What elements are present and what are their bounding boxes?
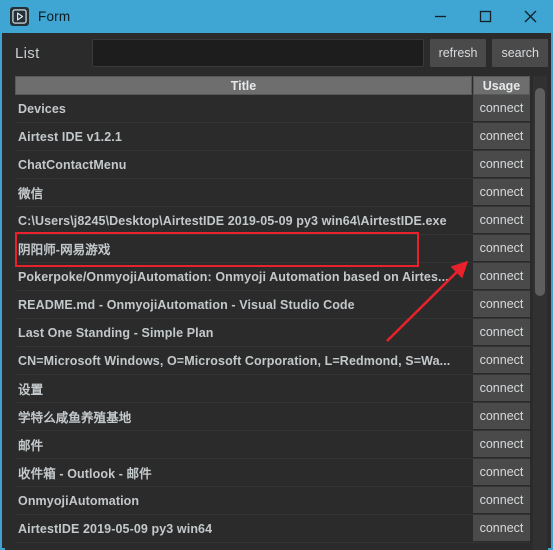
column-header-title[interactable]: Title [15, 76, 472, 95]
table-row[interactable]: 收件箱 - Outlook - 邮件 connect [15, 459, 530, 487]
row-title-cell[interactable]: 设置 [15, 375, 472, 402]
connect-button[interactable]: connect [473, 459, 530, 486]
table-row[interactable]: 学特么咸鱼养殖基地 connect [15, 403, 530, 431]
connect-button[interactable]: connect [473, 487, 530, 514]
row-title-cell[interactable]: C:\Users\j8245\Desktop\AirtestIDE 2019-0… [15, 207, 472, 234]
row-title-cell[interactable]: Devices [15, 95, 472, 122]
row-title-cell[interactable]: README.md - OnmyojiAutomation - Visual S… [15, 291, 472, 318]
connect-button[interactable]: connect [473, 375, 530, 402]
row-title-cell[interactable]: 学特么咸鱼养殖基地 [15, 403, 472, 430]
row-title-cell[interactable]: Airtest IDE v1.2.1 [15, 123, 472, 150]
connect-button[interactable]: connect [473, 123, 530, 150]
table-row[interactable]: OnmyojiAutomation connect [15, 487, 530, 515]
column-header-usage[interactable]: Usage [473, 76, 530, 95]
connect-button[interactable]: connect [473, 291, 530, 318]
row-title-cell[interactable]: CN=Microsoft Windows, O=Microsoft Corpor… [15, 347, 472, 374]
refresh-button[interactable]: refresh [429, 39, 487, 67]
table-row[interactable]: 阴阳师-网易游戏 connect [15, 235, 530, 263]
search-input[interactable] [92, 39, 424, 67]
row-title-cell[interactable]: Last One Standing - Simple Plan [15, 319, 472, 346]
connect-button[interactable]: connect [473, 403, 530, 430]
form-window: Form List refresh search Title Usage Dev… [0, 0, 553, 550]
connect-button[interactable]: connect [473, 431, 530, 458]
row-title-cell[interactable]: ChatContactMenu [15, 151, 472, 178]
row-title-cell[interactable]: 收件箱 - Outlook - 邮件 [15, 459, 472, 486]
list-label: List [15, 44, 40, 62]
table-row[interactable]: AirtestIDE 2019-05-09 py3 win64 connect [15, 515, 530, 543]
window-titlebar: Form [0, 0, 553, 33]
row-title-cell[interactable]: AirtestIDE 2019-05-09 py3 win64 [15, 515, 472, 542]
connect-button[interactable]: connect [473, 347, 530, 374]
row-title-cell[interactable]: Pokerpoke/OnmyojiAutomation: Onmyoji Aut… [15, 263, 472, 290]
table-row[interactable]: 微信 connect [15, 179, 530, 207]
table-row[interactable]: Devices connect [15, 95, 530, 123]
row-title-cell[interactable]: 阴阳师-网易游戏 [15, 235, 472, 262]
connect-button[interactable]: connect [473, 179, 530, 206]
row-title-cell[interactable]: 微信 [15, 179, 472, 206]
connect-button[interactable]: connect [473, 235, 530, 262]
table-row[interactable]: README.md - OnmyojiAutomation - Visual S… [15, 291, 530, 319]
table-row[interactable]: Airtest IDE v1.2.1 connect [15, 123, 530, 151]
row-title-cell[interactable]: OnmyojiAutomation [15, 487, 472, 514]
table-row[interactable]: C:\Users\j8245\Desktop\AirtestIDE 2019-0… [15, 207, 530, 235]
connect-button[interactable]: connect [473, 207, 530, 234]
table-header-row: Title Usage [5, 76, 548, 95]
connect-button[interactable]: connect [473, 515, 530, 542]
airtest-play-icon [10, 7, 29, 26]
maximize-button[interactable] [463, 0, 508, 33]
window-list-table: Title Usage Devices connect Airtest IDE v1… [5, 76, 548, 550]
connect-button[interactable]: connect [473, 319, 530, 346]
scrollbar-thumb[interactable] [535, 88, 545, 296]
table-row[interactable]: 邮件 connect [15, 431, 530, 459]
vertical-scrollbar[interactable] [533, 76, 547, 550]
table-row[interactable]: Last One Standing - Simple Plan connect [15, 319, 530, 347]
table-row[interactable]: 设置 connect [15, 375, 530, 403]
connect-button[interactable]: connect [473, 95, 530, 122]
window-title: Form [38, 9, 71, 24]
search-button[interactable]: search [492, 39, 548, 67]
connect-button[interactable]: connect [473, 263, 530, 290]
table-row[interactable]: ChatContactMenu connect [15, 151, 530, 179]
row-title-cell[interactable]: 邮件 [15, 431, 472, 458]
connect-button[interactable]: connect [473, 151, 530, 178]
table-row[interactable]: CN=Microsoft Windows, O=Microsoft Corpor… [15, 347, 530, 375]
minimize-button[interactable] [418, 0, 463, 33]
table-row[interactable]: Pokerpoke/OnmyojiAutomation: Onmyoji Aut… [15, 263, 530, 291]
table-body: Devices connect Airtest IDE v1.2.1 connect C… [5, 95, 548, 543]
window-controls [418, 0, 553, 33]
close-button[interactable] [508, 0, 553, 33]
search-toolbar: List refresh search [2, 33, 551, 73]
